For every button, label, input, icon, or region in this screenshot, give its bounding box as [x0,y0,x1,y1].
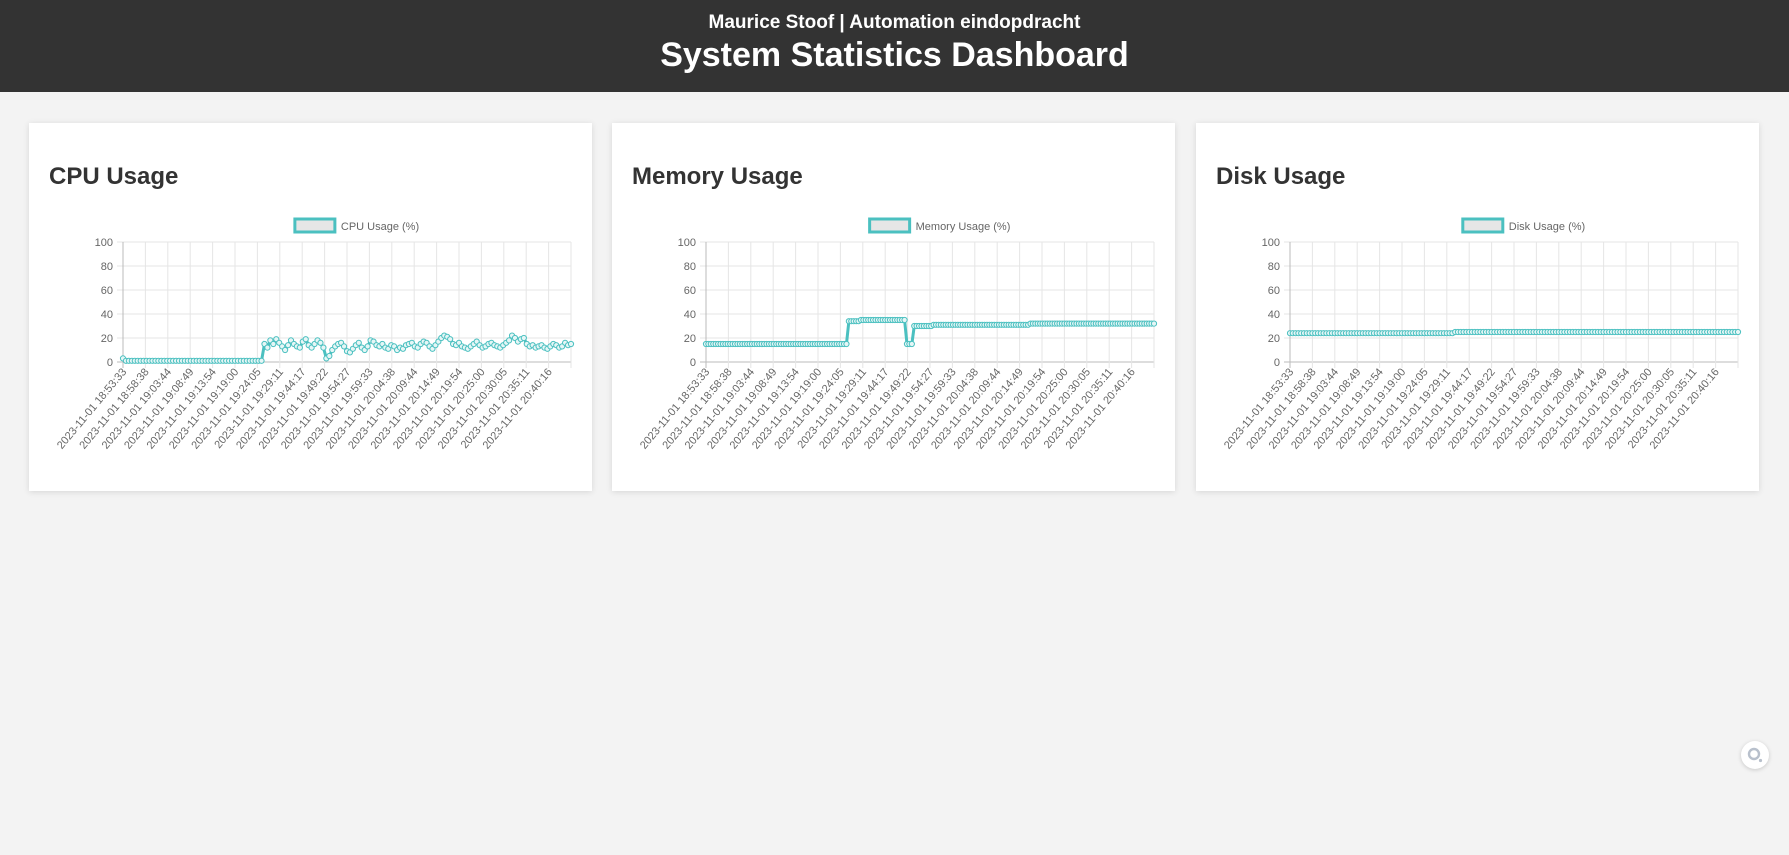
data-point [1150,320,1158,327]
y-tick-label: 0 [107,357,113,369]
data-point [326,352,333,360]
data-point [567,340,575,348]
cpu-usage-chart: CPU Usage (%)0204060801002023-11-01 18:5… [55,217,575,452]
y-tick-label: 80 [684,261,696,273]
memory-usage-chart: Memory Usage (%)0204060801002023-11-01 1… [638,217,1158,452]
data-point [364,343,371,350]
data-point [264,344,271,351]
search-icon [1747,747,1763,763]
legend-swatch [868,217,912,234]
data-point [1734,328,1742,336]
data-point [340,343,348,350]
data-point [296,344,303,351]
header-subtitle: Maurice Stoof | Automation eindopdracht [708,12,1081,33]
y-tick-label: 60 [101,285,113,297]
y-tick-label: 60 [1268,285,1280,297]
y-tick-label: 20 [684,333,696,345]
data-point [270,340,277,348]
y-tick-label: 80 [1268,261,1280,273]
y-tick-label: 100 [678,237,696,249]
data-point [520,334,527,342]
floating-search-button[interactable] [1741,741,1769,769]
data-point [901,316,908,324]
y-tick-label: 20 [1268,333,1280,345]
data-point [320,344,327,351]
legend-label: CPU Usage (%) [341,221,419,233]
disk-usage-card: Disk Usage Disk Usage (%) 0 20 40 60 80 100 202… [1196,123,1759,491]
y-tick-label: 40 [1268,309,1280,321]
y-tick-label: 40 [101,309,113,321]
y-tick-label: 60 [684,285,696,297]
y-tick-label: 20 [101,333,113,345]
data-point [302,336,309,343]
y-tick-label: 80 [101,261,113,273]
chart-legend[interactable]: CPU Usage (%) [293,217,419,234]
disk-usage-chart: Disk Usage (%)0204060801002023-11-01 18:… [1222,217,1742,452]
data-point [282,346,289,354]
y-tick-label: 100 [1262,237,1280,249]
chart-legend[interactable]: Memory Usage (%) [868,217,1011,234]
y-tick-label: 100 [95,237,113,249]
legend-swatch [1461,217,1505,234]
data-point [258,357,265,364]
page-title: System Statistics Dashboard [660,36,1129,74]
y-tick-label: 0 [690,357,696,369]
data-point [908,340,915,348]
data-point [317,339,324,346]
memory-usage-card: Memory Usage Memory Usage (%) 0 20 40 60 80 10… [612,123,1175,491]
legend-label: Disk Usage (%) [1509,221,1585,233]
page-header: Maurice Stoof | Automation eindopdracht … [0,0,1789,92]
y-tick-label: 0 [1274,357,1280,369]
y-tick-label: 40 [684,309,696,321]
legend-swatch [293,217,337,234]
data-point [447,336,454,343]
cpu-usage-card: CPU Usage CPU Usage (%) 0 20 40 60 80 100 2023-… [29,123,592,491]
chart-legend[interactable]: Disk Usage (%) [1461,217,1585,234]
data-point [355,339,362,346]
legend-label: Memory Usage (%) [916,221,1011,233]
data-point [506,337,513,344]
data-point [843,340,850,348]
data-point [284,342,292,349]
